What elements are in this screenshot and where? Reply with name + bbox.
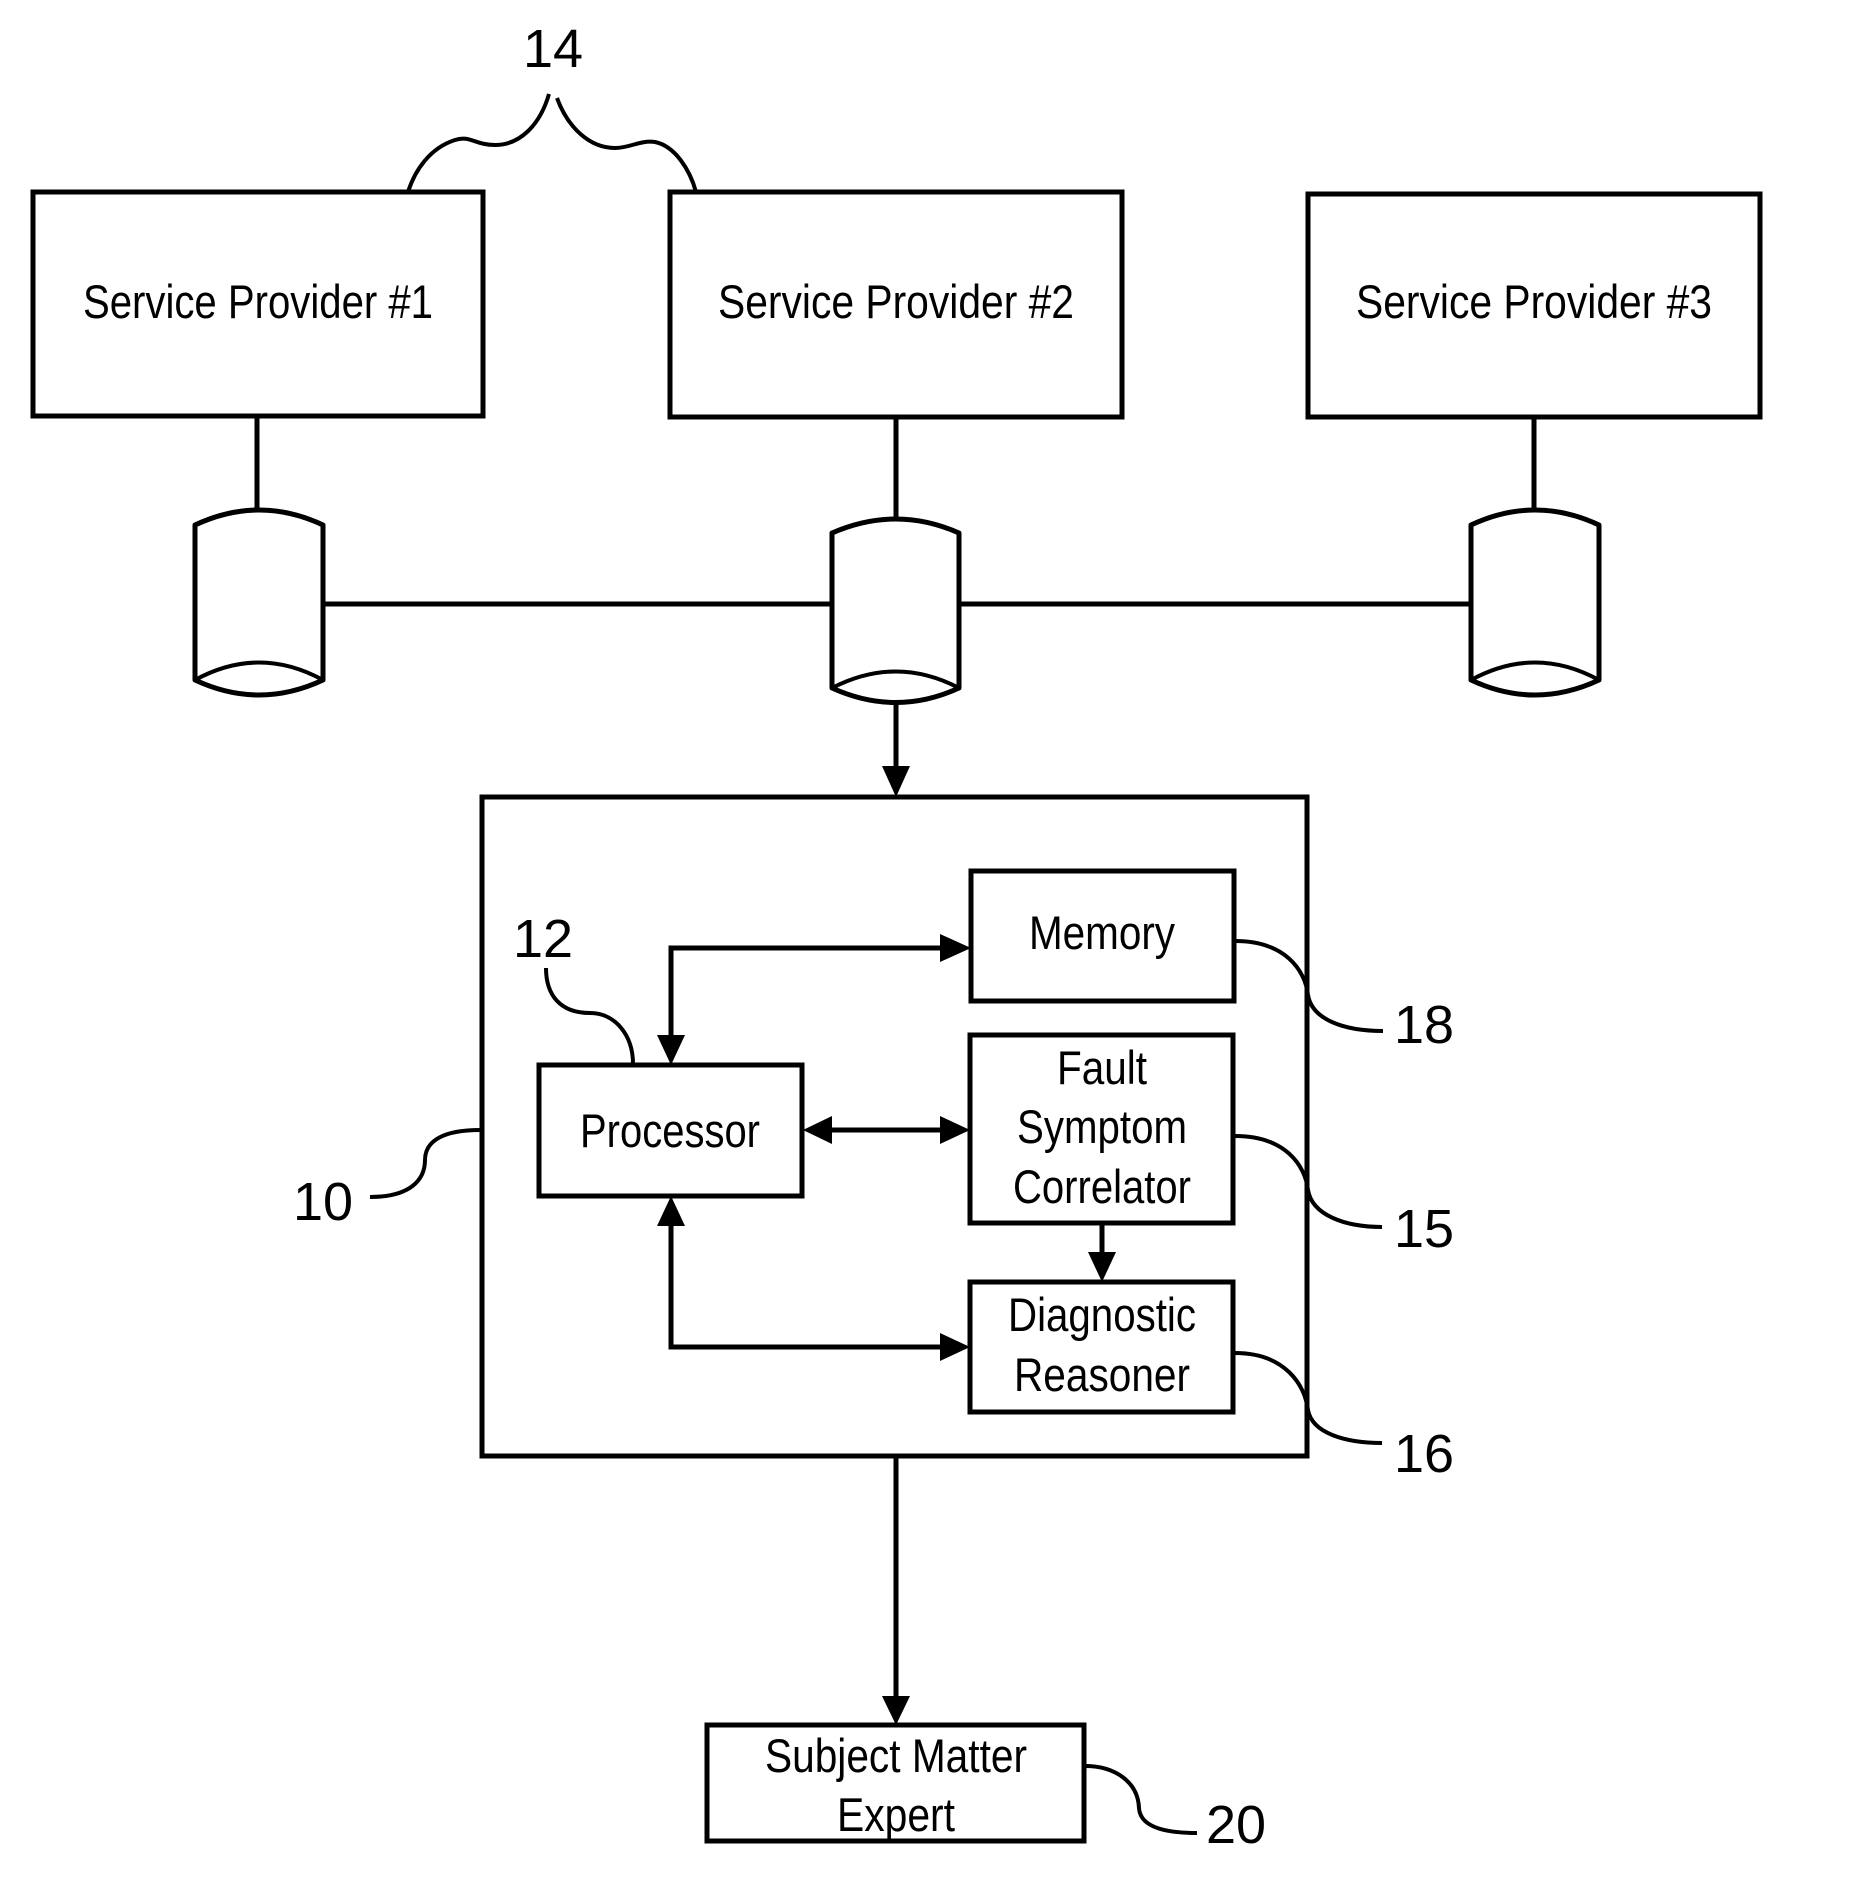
ref-label-memory: 18 <box>1394 995 1454 1055</box>
leader-system <box>369 1128 481 1199</box>
ref-label-diagnostic-reasoner: 16 <box>1394 1424 1454 1484</box>
service-provider-2-label: Service Provider #2 <box>718 275 1074 328</box>
service-provider-3-label: Service Provider #3 <box>1356 275 1712 328</box>
subject-matter-expert-label-line-1: Subject Matter <box>765 1729 1027 1782</box>
diagnostic-reasoner-label-line-2: Reasoner <box>1014 1348 1190 1401</box>
service-provider-1: Service Provider #1 <box>30 189 486 419</box>
memory-block: Memory <box>968 868 1237 1004</box>
subject-matter-expert-block: Subject Matter Expert <box>704 1722 1087 1844</box>
processor-block: Processor <box>536 1062 805 1199</box>
fault-symptom-correlator-label-line-1: Fault <box>1057 1041 1147 1094</box>
processor-label: Processor <box>580 1104 760 1157</box>
database-icon-2 <box>829 516 962 705</box>
database-icon-1 <box>192 507 326 698</box>
system-block-diagram: 14 Service Provider #1 Service Provider … <box>30 19 1763 1855</box>
ref-label-system: 10 <box>293 1172 353 1232</box>
brace-providers-group <box>406 93 698 193</box>
fault-symptom-correlator-label-line-2: Symptom <box>1017 1100 1187 1153</box>
service-provider-1-label: Service Provider #1 <box>83 275 433 328</box>
arrowhead-down-icon <box>882 766 910 797</box>
diagnostic-reasoner-block: Diagnostic Reasoner <box>967 1279 1236 1415</box>
arrowhead-down-icon <box>882 1696 910 1725</box>
leader-subject-matter-expert <box>1084 1764 1198 1835</box>
fault-symptom-correlator-label-line-3: Correlator <box>1013 1160 1191 1213</box>
fault-symptom-correlator-block: Fault Symptom Correlator <box>967 1032 1236 1226</box>
diagnostic-reasoner-label-line-1: Diagnostic <box>1008 1288 1196 1341</box>
ref-label-subject-matter-expert: 20 <box>1206 1795 1266 1855</box>
ref-label-processor: 12 <box>513 909 573 969</box>
service-provider-2: Service Provider #2 <box>667 189 1125 420</box>
ref-label-providers-group: 14 <box>523 19 583 79</box>
database-icon-3 <box>1468 507 1602 698</box>
subject-matter-expert-label-line-2: Expert <box>837 1788 955 1841</box>
service-provider-3: Service Provider #3 <box>1305 191 1763 420</box>
memory-label: Memory <box>1029 906 1175 959</box>
ref-label-fault-symptom-correlator: 15 <box>1394 1199 1454 1259</box>
